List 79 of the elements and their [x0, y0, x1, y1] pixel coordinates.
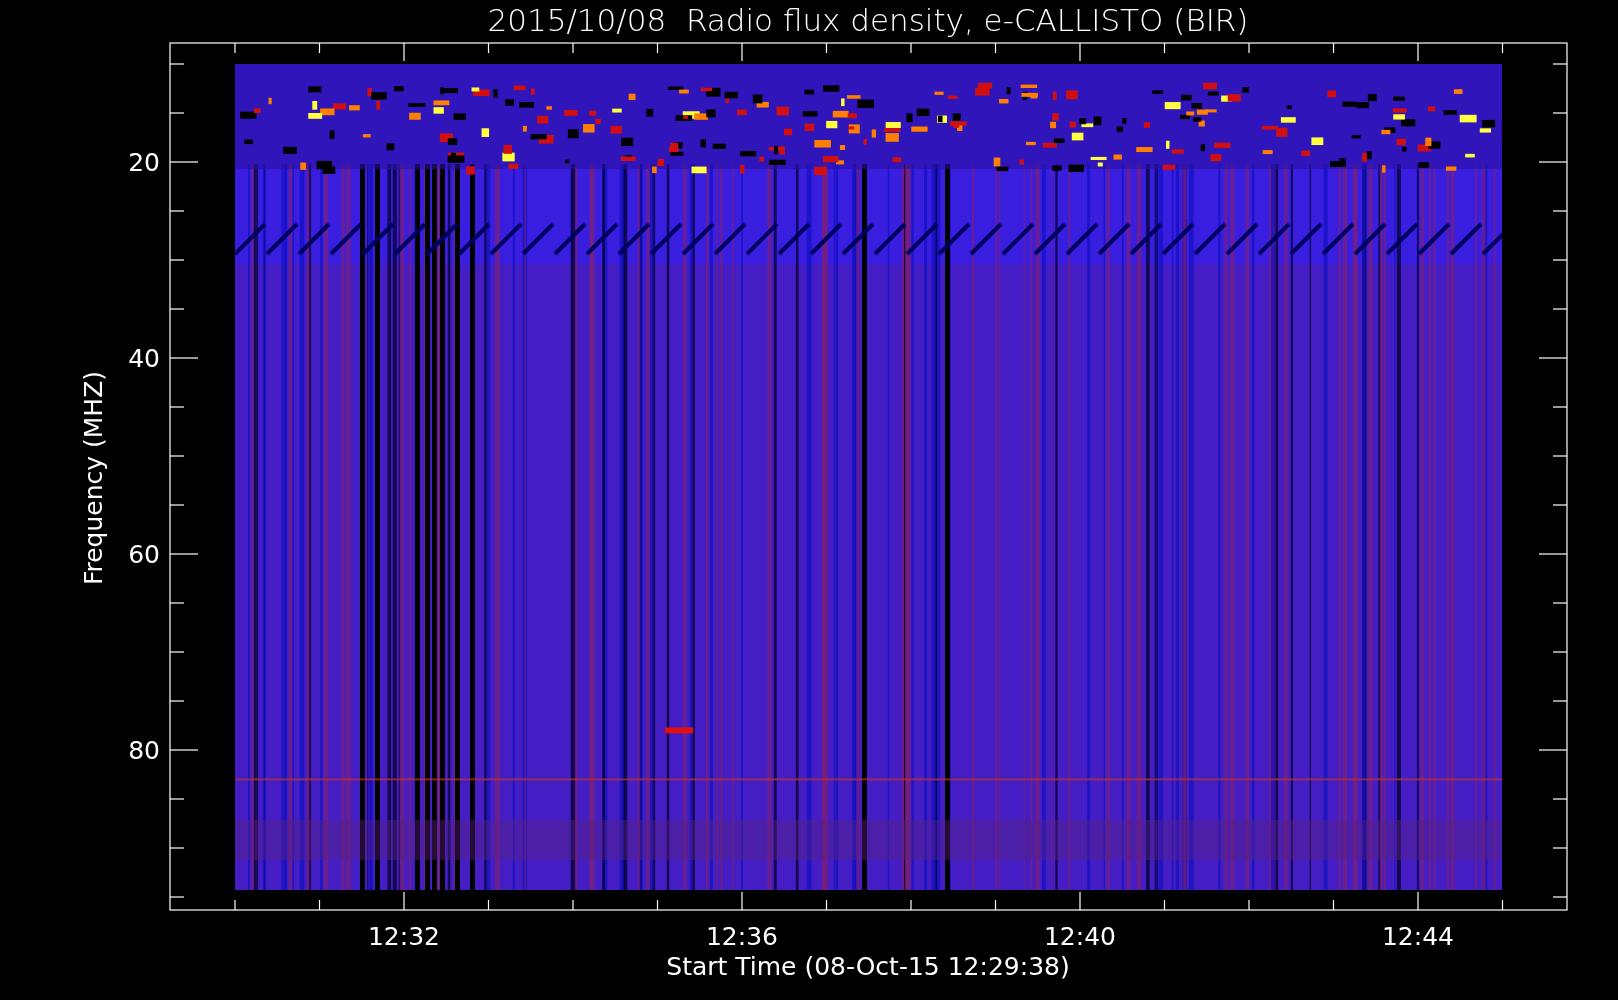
- tick-mark: [1552, 259, 1568, 261]
- tick-mark: [1163, 899, 1166, 911]
- tick-mark: [1552, 63, 1568, 65]
- tick-mark: [169, 602, 185, 604]
- tick-mark: [1552, 651, 1568, 653]
- y-tick-label: 20: [128, 148, 160, 177]
- tick-mark: [1538, 553, 1568, 555]
- y-tick-label: 80: [128, 736, 160, 765]
- tick-mark: [169, 749, 199, 751]
- tick-mark: [910, 42, 912, 54]
- tick-mark: [318, 42, 321, 54]
- tick-mark: [1552, 602, 1568, 604]
- tick-mark: [169, 357, 199, 359]
- tick-mark: [1552, 798, 1568, 800]
- x-tick-label: 12:32: [368, 922, 440, 951]
- tick-mark: [1538, 161, 1568, 163]
- tick-mark: [1248, 42, 1250, 54]
- tick-mark: [318, 899, 321, 911]
- y-tick-label: 60: [128, 540, 160, 569]
- tick-mark: [741, 42, 743, 62]
- tick-mark: [825, 899, 828, 911]
- tick-mark: [825, 42, 828, 54]
- tick-mark: [169, 210, 185, 212]
- tick-mark: [169, 504, 185, 506]
- tick-mark: [1417, 42, 1419, 62]
- y-axis-label: Frequency (MHZ): [79, 370, 108, 586]
- x-tick-label: 12:36: [706, 922, 778, 951]
- tick-mark: [403, 891, 405, 911]
- tick-mark: [1332, 42, 1335, 54]
- tick-mark: [741, 891, 743, 911]
- tick-mark: [487, 42, 490, 54]
- tick-mark: [572, 42, 574, 54]
- tick-mark: [1552, 210, 1568, 212]
- tick-mark: [1079, 891, 1081, 911]
- tick-mark: [169, 847, 185, 849]
- tick-mark: [1538, 749, 1568, 751]
- tick-mark: [1538, 357, 1568, 359]
- tick-mark: [234, 42, 236, 54]
- tick-mark: [169, 651, 185, 653]
- tick-mark: [1552, 896, 1568, 898]
- tick-mark: [910, 899, 912, 911]
- tick-mark: [234, 899, 236, 911]
- tick-mark: [1501, 42, 1504, 54]
- tick-mark: [656, 899, 659, 911]
- tick-mark: [403, 42, 405, 62]
- tick-mark: [656, 42, 659, 54]
- tick-mark: [1552, 455, 1568, 457]
- tick-mark: [1552, 700, 1568, 702]
- tick-mark: [1552, 112, 1568, 114]
- tick-mark: [169, 896, 185, 898]
- tick-mark: [1332, 899, 1335, 911]
- x-tick-label: 12:44: [1382, 922, 1454, 951]
- plot-title: 2015/10/08 Radio flux density, e-CALLISTO (BIR): [487, 2, 1249, 38]
- tick-mark: [994, 42, 997, 54]
- tick-mark: [169, 63, 185, 65]
- tick-mark: [1248, 899, 1250, 911]
- tick-mark: [169, 308, 185, 310]
- tick-mark: [572, 899, 574, 911]
- tick-mark: [169, 406, 185, 408]
- tick-mark: [1501, 899, 1504, 911]
- tick-mark: [994, 899, 997, 911]
- x-axis-label: Start Time (08-Oct-15 12:29:38): [666, 952, 1070, 981]
- x-tick-label: 12:40: [1044, 922, 1116, 951]
- tick-mark: [1552, 504, 1568, 506]
- tick-mark: [169, 259, 185, 261]
- tick-mark: [1552, 308, 1568, 310]
- tick-mark: [487, 899, 490, 911]
- tick-mark: [1552, 406, 1568, 408]
- tick-mark: [169, 700, 185, 702]
- tick-mark: [1079, 42, 1081, 62]
- tick-mark: [169, 161, 199, 163]
- tick-mark: [169, 798, 185, 800]
- tick-mark: [1417, 891, 1419, 911]
- tick-mark: [1552, 847, 1568, 849]
- tick-mark: [169, 112, 185, 114]
- tick-mark: [1163, 42, 1166, 54]
- y-tick-label: 40: [128, 344, 160, 373]
- tick-mark: [169, 455, 185, 457]
- tick-mark: [169, 553, 199, 555]
